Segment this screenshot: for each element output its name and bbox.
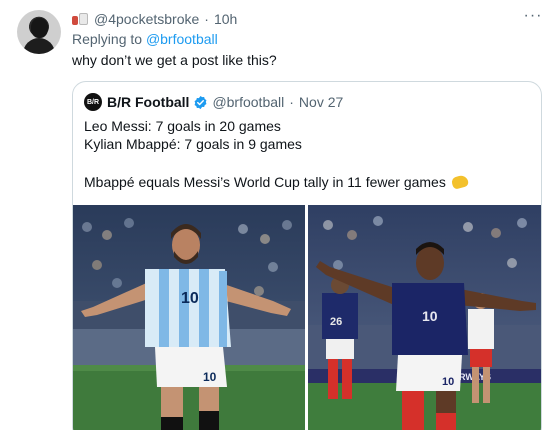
photo-messi-image: 10 10: [73, 205, 305, 430]
jersey-number: 10: [422, 308, 438, 324]
shorts-number: 10: [203, 370, 217, 384]
quoted-tweet-header: B/R B/R Football @brfootball · Nov 27: [84, 93, 343, 111]
quoted-author-name[interactable]: B/R Football: [107, 94, 189, 110]
shorts-number: 10: [442, 376, 454, 388]
more-options-icon[interactable]: ···: [522, 8, 544, 26]
quoted-text-line-3: Mbappé equals Messi’s World Cup tally in…: [84, 174, 470, 190]
photo-mbappe[interactable]: STAR AIRWAYS 26 10: [308, 205, 541, 430]
author-handle[interactable]: @4pocketsbroke: [94, 11, 199, 27]
replying-prefix: Replying to: [72, 31, 146, 47]
quoted-date[interactable]: Nov 27: [299, 94, 343, 110]
clapping-hands-emoji-icon: [450, 174, 470, 190]
quoted-text: Mbappé equals Messi’s World Cup tally in…: [84, 174, 446, 190]
photo-messi[interactable]: 10 10: [73, 205, 305, 430]
background-player-number: 26: [330, 316, 342, 328]
jersey-number: 10: [181, 290, 199, 307]
timestamp[interactable]: 10h: [214, 11, 237, 27]
quoted-text-line: Kylian Mbappé: 7 goals in 9 games: [84, 136, 302, 152]
quoted-text-line: Leo Messi: 7 goals in 20 games: [84, 118, 281, 134]
avatar-shoulders: [23, 38, 55, 54]
photo-mbappe-image: STAR AIRWAYS 26 10: [308, 205, 541, 430]
tweet-text: why don’t we get a post like this?: [72, 52, 277, 68]
quoted-tweet[interactable]: B/R B/R Football @brfootball · Nov 27 Le…: [72, 81, 542, 430]
separator-dot: ·: [204, 11, 209, 27]
separator-dot: ·: [289, 94, 294, 110]
tweet-header: @4pocketsbroke · 10h: [72, 10, 237, 28]
avatar-face: [31, 18, 48, 38]
tweet[interactable]: @4pocketsbroke · 10h ··· Replying to @br…: [0, 0, 554, 430]
verified-badge-icon: [195, 95, 207, 109]
replying-to: Replying to @brfootball: [72, 31, 218, 47]
replying-to-link[interactable]: @brfootball: [146, 31, 218, 47]
quoted-author-handle[interactable]: @brfootball: [212, 94, 284, 110]
br-logo-icon: B/R: [84, 93, 102, 111]
avatar[interactable]: [17, 10, 61, 54]
flag-emoji-icon: [72, 12, 90, 26]
